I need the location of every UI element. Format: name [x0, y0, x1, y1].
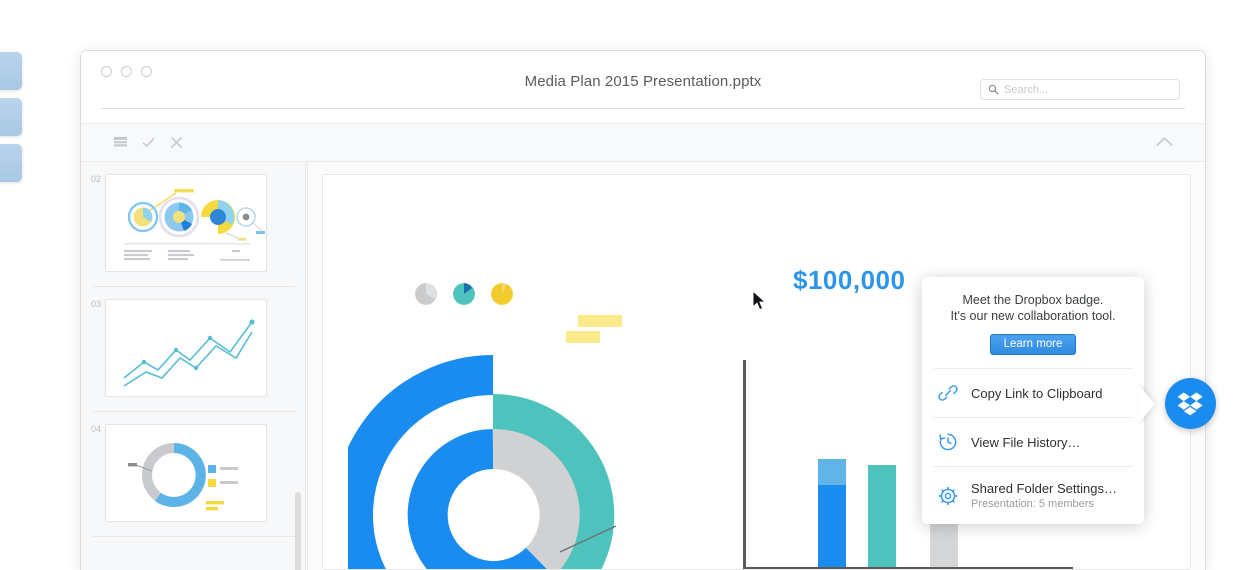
edge-tile — [0, 144, 22, 182]
list-item[interactable]: 02 — [81, 162, 307, 272]
scrollbar-track — [305, 162, 306, 570]
menu-item-copy-link[interactable]: Copy Link to Clipboard — [922, 369, 1144, 417]
menu-item-label: Shared Folder Settings… — [971, 481, 1117, 496]
callout-bar — [566, 331, 600, 343]
menu-item-view-file-history[interactable]: View File History… — [922, 418, 1144, 466]
promo-banner: Meet the Dropbox badge. It's our new col… — [922, 277, 1144, 368]
bar-series-base-2 — [868, 465, 896, 567]
slide-thumbnail[interactable] — [105, 424, 267, 522]
menu-item-sublabel: Presentation: 5 members — [971, 498, 1094, 510]
menu-item-label: Copy Link to Clipboard — [971, 385, 1103, 401]
thumbnail-divider — [93, 536, 295, 537]
bar-series-top-1 — [818, 459, 846, 485]
titlebar-divider — [101, 108, 1185, 109]
chevron-up-icon[interactable] — [1156, 136, 1173, 147]
y-axis — [743, 360, 746, 569]
vertical-scrollbar[interactable] — [295, 492, 301, 570]
donut-chart-graphic — [333, 355, 617, 569]
link-icon — [938, 385, 958, 401]
chart-legend — [415, 283, 513, 305]
search-placeholder: Search... — [1004, 83, 1049, 96]
callout-bar — [578, 315, 622, 327]
promo-line-1: Meet the Dropbox badge. — [962, 293, 1104, 307]
thumbnail-donut-graphic — [128, 443, 238, 511]
pie-yellow-icon — [491, 283, 513, 305]
menu-item-shared-folder-settings[interactable]: Shared Folder Settings… Presentation: 5 … — [922, 467, 1144, 524]
dropbox-logo-icon — [1177, 392, 1203, 416]
list-view-icon[interactable] — [114, 136, 127, 149]
slide-number: 04 — [91, 424, 102, 434]
edge-tile-strip — [0, 52, 22, 190]
mouse-pointer-icon — [752, 290, 767, 311]
gear-icon — [938, 486, 958, 505]
thumbnail-multi-pie-graphic — [124, 189, 265, 261]
callout-label — [566, 315, 622, 347]
close-x-icon[interactable] — [170, 136, 183, 149]
pie-teal-icon — [453, 283, 475, 305]
toolbar — [81, 123, 1205, 162]
learn-more-button[interactable]: Learn more — [989, 334, 1077, 355]
edge-tile — [0, 98, 22, 136]
slide-thumbnail[interactable] — [105, 174, 267, 272]
slide-number: 02 — [91, 174, 102, 184]
bar-series-base-1 — [818, 485, 846, 567]
thumbnail-line-chart-graphic — [123, 319, 255, 387]
edge-tile — [0, 52, 22, 90]
check-icon[interactable] — [142, 136, 155, 149]
pie-gray-icon — [415, 283, 437, 305]
slide-thumbnail[interactable] — [105, 299, 267, 397]
dropbox-badge-button[interactable] — [1165, 378, 1216, 429]
window-titlebar: Media Plan 2015 Presentation.pptx Search… — [81, 51, 1205, 109]
donut-chart — [333, 340, 638, 569]
list-item[interactable]: 04 — [81, 412, 307, 522]
search-icon — [988, 84, 999, 95]
badge-pointer-arrow — [1138, 384, 1155, 424]
slide-value-label: $100,000 — [793, 265, 906, 295]
clock-history-icon — [939, 433, 957, 451]
slide-thumbnail-sidebar[interactable]: 02 03 04 — [81, 162, 308, 570]
slide-number: 03 — [91, 299, 102, 309]
menu-item-label: View File History… — [971, 434, 1081, 450]
dropbox-context-menu: Meet the Dropbox badge. It's our new col… — [922, 277, 1144, 524]
list-item[interactable]: 03 — [81, 287, 307, 397]
promo-line-2: It's our new collaboration tool. — [950, 309, 1116, 323]
search-input[interactable]: Search... — [980, 79, 1180, 100]
